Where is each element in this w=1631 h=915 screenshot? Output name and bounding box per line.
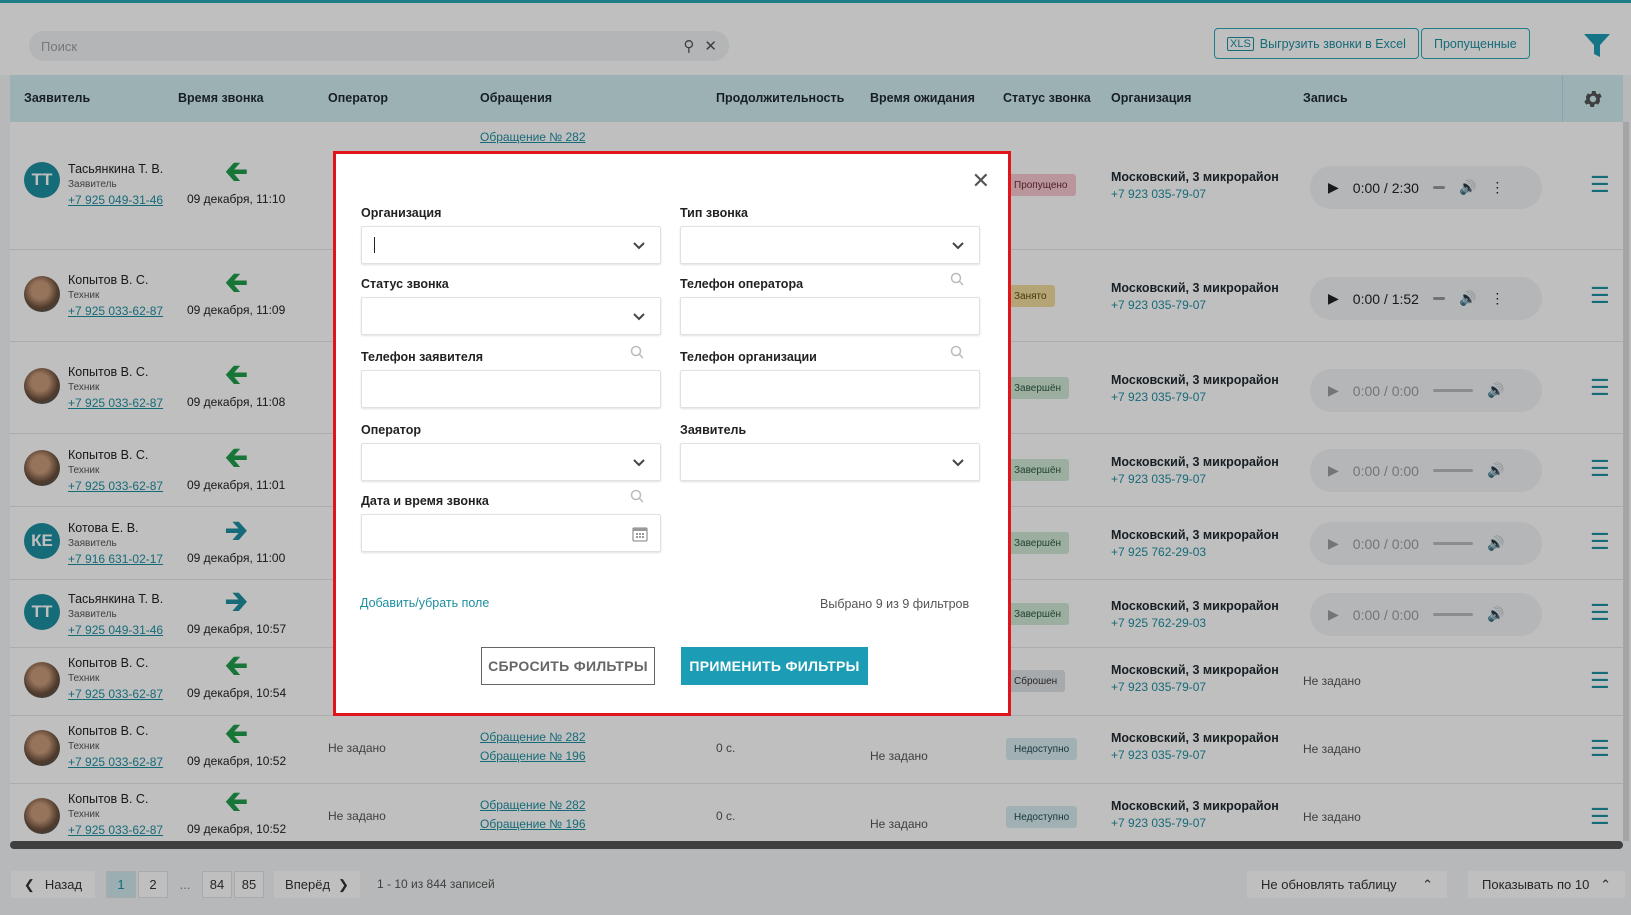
org-label: Организация <box>361 206 442 220</box>
search-icon[interactable] <box>630 345 644 359</box>
applicant-select[interactable] <box>680 443 980 481</box>
chevron-down-icon <box>633 242 645 250</box>
call-type-select[interactable] <box>680 226 980 264</box>
chevron-down-icon <box>633 313 645 321</box>
reset-filters-button[interactable]: СБРОСИТЬ ФИЛЬТРЫ <box>481 647 655 685</box>
org-phone-input[interactable] <box>680 370 980 408</box>
calendar-icon[interactable] <box>632 525 648 542</box>
call-status-label: Статус звонка <box>361 277 449 291</box>
operator-phone-label: Телефон оператора <box>680 277 804 291</box>
datetime-label: Дата и время звонка <box>361 494 489 508</box>
applicant-phone-input[interactable] <box>361 370 661 408</box>
text-cursor <box>374 237 375 253</box>
org-phone-label: Телефон организации <box>680 350 817 364</box>
datetime-input[interactable] <box>361 514 661 552</box>
close-icon[interactable]: ✕ <box>972 170 990 192</box>
app-root: { "toolbar":{ "search_placeholder":"Поис… <box>0 0 1631 915</box>
call-type-label: Тип звонка <box>680 206 748 220</box>
add-remove-field-link[interactable]: Добавить/убрать поле <box>360 596 489 610</box>
search-icon[interactable] <box>950 272 964 286</box>
apply-filters-button[interactable]: ПРИМЕНИТЬ ФИЛЬТРЫ <box>681 647 868 685</box>
search-icon[interactable] <box>630 489 644 503</box>
operator-phone-input[interactable] <box>680 297 980 335</box>
call-status-select[interactable] <box>361 297 661 335</box>
operator-select[interactable] <box>361 443 661 481</box>
operator-label: Оператор <box>361 423 422 437</box>
filters-modal: ✕ Организация Тип звонка Статус звонка Т… <box>333 151 1011 716</box>
org-select[interactable] <box>361 226 661 264</box>
selected-filters-info: Выбрано 9 из 9 фильтров <box>820 597 970 611</box>
applicant-phone-label: Телефон заявителя <box>361 350 484 364</box>
chevron-down-icon <box>952 459 964 467</box>
applicant-label: Заявитель <box>680 423 747 437</box>
chevron-down-icon <box>952 242 964 250</box>
chevron-down-icon <box>633 459 645 467</box>
search-icon[interactable] <box>950 345 964 359</box>
